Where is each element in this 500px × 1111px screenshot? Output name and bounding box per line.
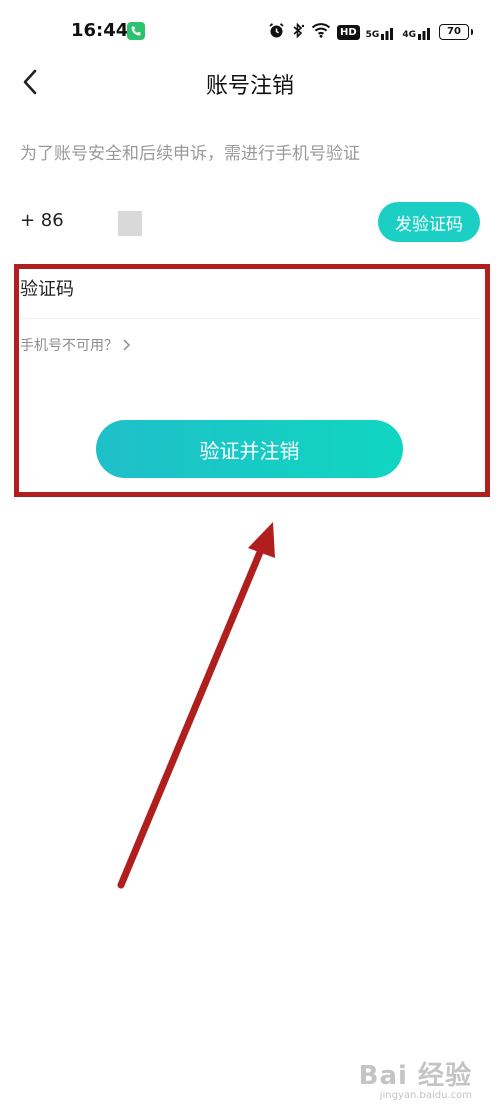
bluetooth-icon	[291, 22, 305, 43]
chevron-right-icon	[123, 339, 131, 351]
network-5g-label: 5G	[365, 30, 380, 40]
send-code-button[interactable]: 发验证码	[378, 202, 480, 242]
signal-4g-icon: 4G	[402, 24, 433, 40]
phone-unavailable-label: 手机号不可用？	[20, 338, 118, 354]
phone-call-icon	[127, 22, 145, 40]
alarm-icon	[268, 22, 285, 43]
status-time: 16:44	[71, 20, 129, 41]
verification-hint: 为了账号安全和后续申诉，需进行手机号验证	[20, 144, 360, 164]
hd-voice-badge: HD	[337, 24, 360, 40]
status-icons: HD 5G 4G 70	[268, 20, 473, 44]
verification-code-input[interactable]: 验证码	[20, 275, 74, 301]
baidu-jingyan-watermark: Bai 经验 jingyan.baidu.com	[359, 1055, 472, 1101]
network-4g-label: 4G	[402, 30, 416, 40]
phone-number-row: + 86 发验证码	[20, 200, 480, 244]
phone-number-mask	[118, 211, 142, 236]
annotation-arrow	[117, 522, 275, 889]
country-code[interactable]: + 86	[20, 210, 64, 231]
page-title: 账号注销	[205, 74, 294, 99]
nav-bar: 账号注销	[0, 60, 500, 104]
signal-5g-icon: 5G	[366, 24, 397, 40]
watermark-brand: Bai 经验	[358, 1061, 472, 1091]
phone-unavailable-link[interactable]: 手机号不可用？	[20, 335, 131, 355]
verify-and-delete-button[interactable]: 验证并注销	[96, 420, 403, 478]
status-bar: 16:44 HD 5G 4G 70	[0, 0, 500, 60]
battery-indicator: 70	[438, 24, 473, 40]
code-field-divider	[20, 318, 480, 319]
wifi-icon	[311, 22, 331, 42]
